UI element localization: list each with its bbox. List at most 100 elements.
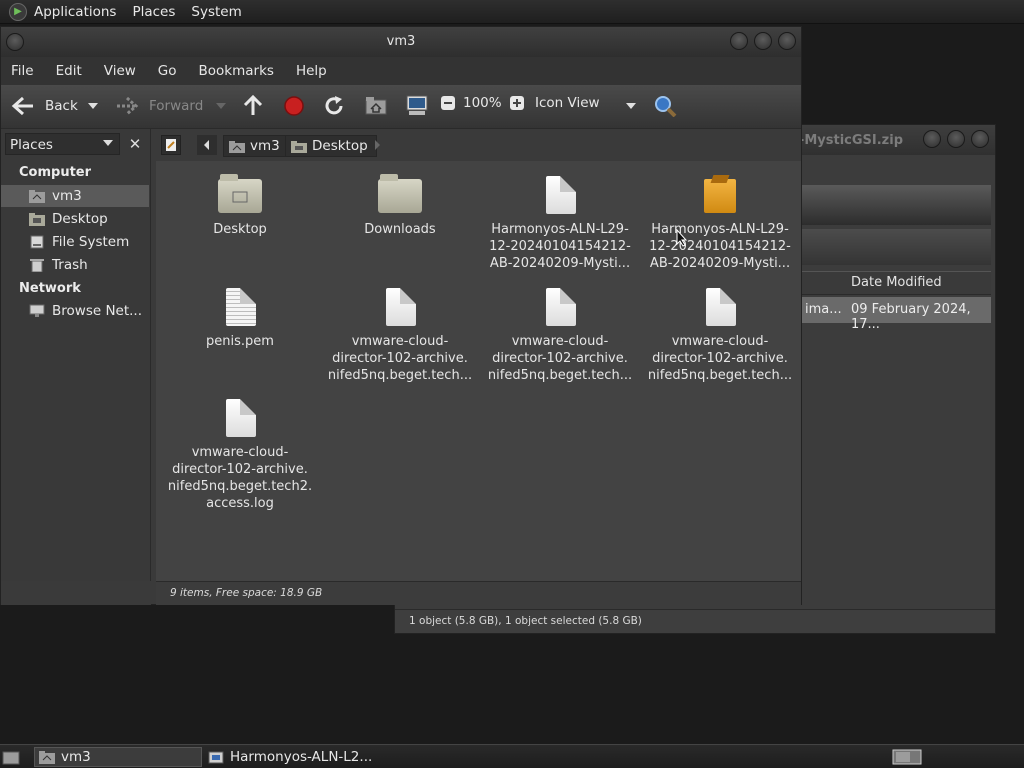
- sidebar-item-label: vm3: [52, 188, 82, 204]
- file-label: Downloads: [364, 222, 436, 237]
- forward-history-dropdown[interactable]: [215, 102, 227, 110]
- menu-applications[interactable]: Applications: [34, 4, 116, 20]
- file-item[interactable]: vmware-cloud- director-102-archive. nife…: [485, 285, 635, 384]
- up-arrow-icon: [243, 95, 263, 117]
- sidebar-item-trash[interactable]: Trash: [1, 254, 149, 276]
- breadcrumb-desktop[interactable]: Desktop: [285, 135, 377, 157]
- reload-button[interactable]: [323, 95, 345, 117]
- file-item[interactable]: Harmonyos-ALN-L29- 12-20240104154212- AB…: [485, 173, 635, 272]
- up-button[interactable]: [243, 95, 263, 117]
- location-toggle-button[interactable]: [161, 135, 181, 155]
- maximize-button[interactable]: [754, 32, 772, 50]
- distro-logo-icon[interactable]: ▶: [9, 2, 27, 21]
- text-file-icon: [218, 285, 262, 329]
- file-item[interactable]: vmware-cloud- director-102-archive. nife…: [645, 285, 795, 384]
- archive-status-bar: 1 object (5.8 GB), 1 object selected (5.…: [395, 609, 995, 633]
- home-folder-icon: [229, 141, 245, 153]
- file-icon: [538, 285, 582, 329]
- back-history-dropdown[interactable]: [87, 102, 99, 110]
- minimize-button[interactable]: [730, 32, 748, 50]
- maximize-button[interactable]: [947, 130, 965, 148]
- path-scroll-right-button[interactable]: [375, 140, 380, 150]
- chevron-down-icon: [103, 140, 113, 146]
- column-date-modified[interactable]: Date Modified: [851, 275, 942, 290]
- window-titlebar[interactable]: vm3: [1, 27, 801, 57]
- show-desktop-button[interactable]: [2, 747, 22, 767]
- trash-icon: [30, 259, 44, 272]
- file-item[interactable]: penis.pem: [165, 285, 315, 350]
- desktop-folder-icon: [218, 173, 262, 217]
- mouse-cursor-icon: [676, 229, 688, 247]
- archive-location-bar: [801, 229, 991, 265]
- computer-icon: [405, 95, 429, 117]
- menu-file[interactable]: File: [11, 63, 34, 79]
- home-folder-icon: [39, 751, 55, 764]
- sidebar-close-button[interactable]: ✕: [123, 133, 147, 155]
- menu-help[interactable]: Help: [296, 63, 327, 79]
- breadcrumb-label: vm3: [250, 138, 280, 154]
- zoom-out-icon[interactable]: [441, 96, 455, 110]
- file-item[interactable]: Desktop: [165, 173, 315, 238]
- breadcrumb-label: Desktop: [312, 138, 368, 154]
- toolbar: Back Forward 100% Icon View: [1, 85, 801, 129]
- reload-icon: [323, 95, 345, 117]
- taskbar-item-vm3[interactable]: vm3: [34, 747, 202, 767]
- back-arrow-icon: [11, 95, 35, 117]
- file-item[interactable]: vmware-cloud- director-102-archive. nife…: [165, 396, 315, 512]
- sidebar-title: Places: [10, 137, 53, 153]
- file-label: Harmonyos-ALN-L29- 12-20240104154212- AB…: [489, 222, 631, 271]
- network-icon: [29, 304, 45, 317]
- menu-go[interactable]: Go: [158, 63, 177, 79]
- archive-row-name: ima...: [805, 302, 842, 317]
- sidebar-item-label: Browse Net...: [52, 303, 143, 319]
- sidebar-item-vm3[interactable]: vm3: [1, 185, 149, 207]
- close-button[interactable]: [971, 130, 989, 148]
- zoom-level: 100%: [463, 95, 502, 111]
- file-item[interactable]: Harmonyos-ALN-L29- 12-20240104154212- AB…: [645, 173, 795, 272]
- sidebar-item-desktop[interactable]: Desktop: [1, 208, 149, 230]
- home-button[interactable]: [365, 95, 387, 115]
- menu-places[interactable]: Places: [132, 4, 175, 20]
- computer-button[interactable]: [405, 95, 429, 117]
- search-button[interactable]: [653, 95, 677, 117]
- sidebar-item-file-system[interactable]: File System: [1, 231, 149, 253]
- back-button[interactable]: Back: [11, 95, 78, 117]
- file-item[interactable]: vmware-cloud- director-102-archive. nife…: [325, 285, 475, 384]
- file-icon-view[interactable]: Desktop Downloads Harmonyos-ALN-L29- 12-…: [156, 161, 801, 581]
- path-bar: vm3 Desktop: [153, 129, 801, 161]
- file-icon: [378, 285, 422, 329]
- breadcrumb-vm3[interactable]: vm3: [223, 135, 289, 157]
- sidebar-item-label: File System: [52, 234, 130, 250]
- taskbar-item-label: Harmonyos-ALN-L2...: [230, 749, 373, 765]
- workspace-icon: [892, 749, 922, 765]
- workspace-switcher[interactable]: [892, 747, 924, 767]
- close-button[interactable]: [778, 32, 796, 50]
- file-label: penis.pem: [206, 334, 274, 349]
- sidebar-group-network: Network: [19, 281, 81, 296]
- status-bar: 9 items, Free space: 18.9 GB: [156, 581, 801, 605]
- minimize-button[interactable]: [923, 130, 941, 148]
- forward-button[interactable]: Forward: [115, 95, 203, 117]
- stop-button[interactable]: [283, 95, 305, 117]
- file-label: vmware-cloud- director-102-archive. nife…: [487, 334, 633, 383]
- sidebar-item-label: Trash: [52, 257, 88, 273]
- menu-view[interactable]: View: [104, 63, 136, 79]
- path-scroll-left-button[interactable]: [197, 135, 217, 155]
- file-label: vmware-cloud- director-102-archive. nife…: [647, 334, 793, 383]
- menu-bookmarks[interactable]: Bookmarks: [199, 63, 274, 79]
- sidebar-type-select[interactable]: Places: [5, 133, 120, 155]
- view-mode-select[interactable]: Icon View: [535, 95, 600, 111]
- file-item[interactable]: Downloads: [325, 173, 475, 238]
- taskbar-item-archive[interactable]: Harmonyos-ALN-L2...: [204, 747, 404, 767]
- back-label: Back: [45, 98, 78, 114]
- view-mode-dropdown-icon[interactable]: [625, 102, 637, 110]
- forward-arrow-icon: [115, 95, 139, 117]
- drive-icon: [30, 235, 44, 249]
- file-label: Desktop: [213, 222, 267, 237]
- zoom-in-icon[interactable]: [509, 96, 524, 110]
- menu-system[interactable]: System: [191, 4, 241, 20]
- file-manager-window[interactable]: vm3 File Edit View Go Bookmarks Help Bac…: [0, 26, 802, 605]
- menu-edit[interactable]: Edit: [56, 63, 82, 79]
- sidebar-item-browse-network[interactable]: Browse Net...: [1, 300, 149, 322]
- zoom-control[interactable]: 100%: [441, 95, 524, 111]
